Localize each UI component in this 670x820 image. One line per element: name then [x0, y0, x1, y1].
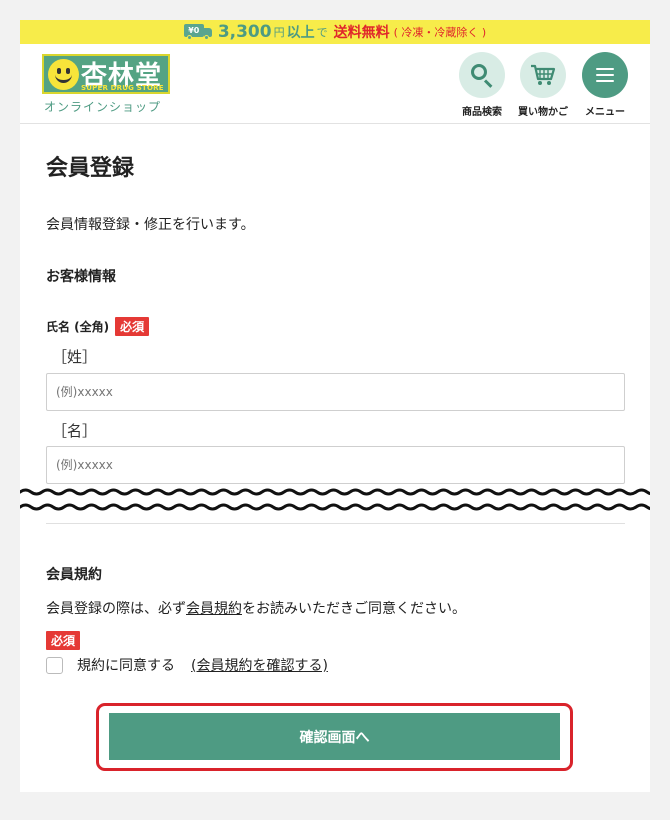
shipping-banner: ¥0 3,300 円 以上 で 送料無料 ( 冷凍・冷蔵除く ) — [20, 20, 650, 44]
content-cut-wave — [20, 488, 650, 511]
first-name-label: ［名］ — [52, 422, 98, 440]
customer-info-heading: お客様情報 — [46, 269, 116, 285]
banner-exclusion: ( 冷凍・冷蔵除く ) — [393, 26, 487, 39]
banner-yen: 円 — [273, 26, 285, 39]
first-name-input[interactable] — [46, 446, 625, 484]
last-name-input[interactable] — [46, 373, 625, 411]
banner-above: 以上 — [286, 25, 315, 41]
agree-checkbox[interactable] — [46, 656, 63, 674]
section-divider — [46, 523, 625, 524]
terms-link[interactable]: 会員規約 — [186, 601, 242, 617]
confirm-button[interactable]: 確認画面へ — [109, 713, 560, 760]
menu-icon — [596, 64, 614, 86]
terms-required-badge: 必須 — [46, 631, 81, 650]
required-badge: 必須 — [115, 317, 150, 336]
page-title: 会員登録 — [46, 156, 135, 181]
banner-amount: 3,300 — [217, 22, 272, 42]
smile-logo-icon — [48, 59, 79, 90]
cart-button-label: 買い物かご — [518, 107, 568, 118]
search-button-label: 商品検索 — [462, 107, 502, 118]
terms-description: 会員登録の際は、必ず会員規約をお読みいただきご同意ください。 — [46, 598, 466, 618]
view-terms-link[interactable]: (会員規約を確認する) — [191, 655, 328, 675]
store-logo[interactable]: 杏林堂 SUPER DRUG STORE — [42, 54, 170, 94]
terms-text-before: 会員登録の際は、必ず — [46, 601, 186, 617]
menu-button-label: メニュー — [585, 107, 625, 118]
agree-row: 規約に同意する (会員規約を確認する) — [46, 655, 328, 675]
search-button[interactable]: 商品検索 — [455, 52, 509, 118]
terms-heading: 会員規約 — [46, 567, 102, 583]
name-label-text: 氏名 (全角) — [46, 320, 110, 334]
online-shop-label: オンラインショップ — [44, 100, 162, 114]
banner-de: で — [316, 26, 328, 39]
site-header: 杏林堂 SUPER DRUG STORE オンラインショップ 商品検索 買い物か… — [20, 44, 650, 122]
terms-text-after: をお読みいただきご同意ください。 — [242, 601, 466, 617]
logo-subtext: SUPER DRUG STORE — [81, 84, 164, 92]
cart-button[interactable]: 買い物かご — [516, 52, 570, 118]
search-icon — [471, 64, 493, 88]
cart-icon — [531, 64, 556, 85]
agree-label[interactable]: 規約に同意する — [77, 655, 175, 675]
page-panel: ¥0 3,300 円 以上 で 送料無料 ( 冷凍・冷蔵除く ) 杏林堂 SUP… — [20, 20, 650, 792]
name-field-label: 氏名 (全角) 必須 — [46, 317, 150, 336]
truck-icon: ¥0 — [183, 24, 214, 40]
page-intro: 会員情報登録・修正を行います。 — [46, 217, 255, 233]
banner-free-shipping: 送料無料 — [333, 25, 390, 41]
header-divider — [20, 123, 650, 124]
last-name-label: ［姓］ — [52, 348, 98, 366]
menu-button[interactable]: メニュー — [578, 52, 632, 118]
